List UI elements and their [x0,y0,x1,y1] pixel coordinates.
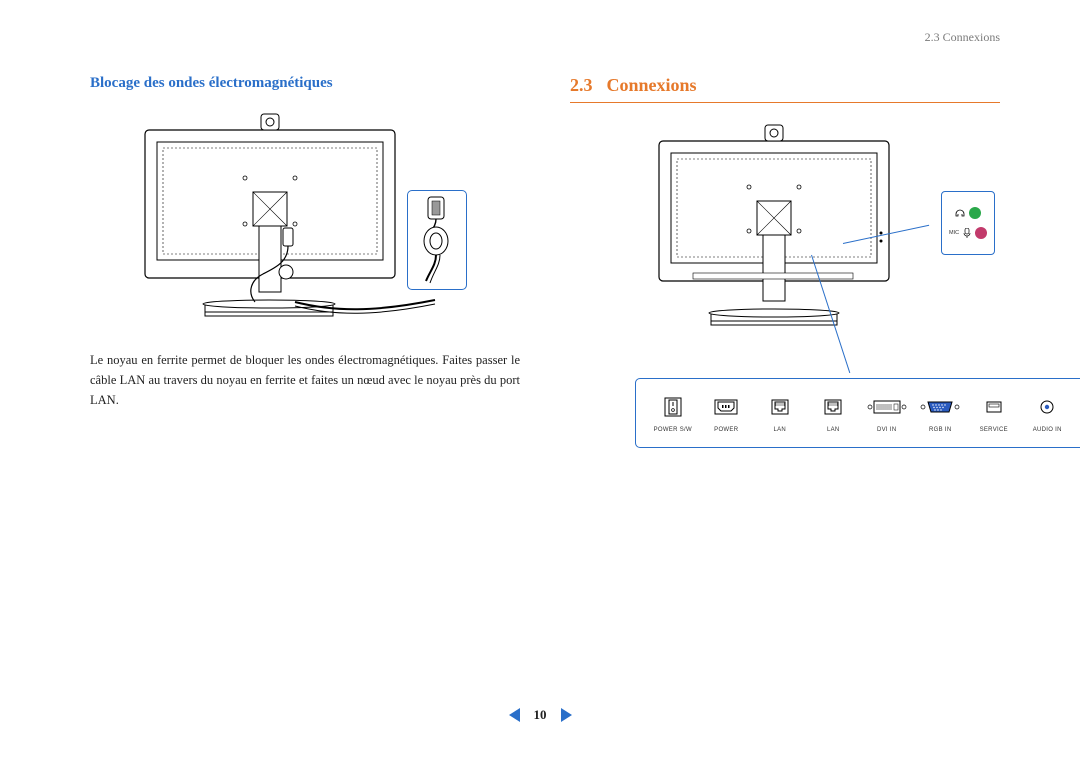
port-label: LAN [827,427,840,433]
jack-green-icon [969,207,981,219]
section-title-text: Connexions [607,75,697,95]
left-body-text: Le noyau en ferrite permet de bloquer le… [90,350,520,410]
mic-label: MIC [949,230,959,236]
jack-pink-icon [975,227,987,239]
port-label: DVI IN [877,427,896,433]
port-lan-2: LAN [807,397,861,433]
port-label: POWER S/W [654,427,692,433]
port-label: SERVICE [980,427,1008,433]
headphone-jack-row [955,207,981,219]
page-navigation: 10 [0,707,1080,723]
port-dvi: DVI IN [860,397,914,433]
mic-jack-callout: MIC [941,191,995,255]
monitor-illustration-right: MIC POWER S/W [645,123,925,343]
port-power: POWER [700,397,754,433]
rj45-icon [771,397,789,417]
port-audio-in: AUDIO IN [1021,397,1075,433]
port-power-switch: POWER S/W [646,397,700,433]
usb-icon [986,397,1002,417]
port-label: POWER [714,427,738,433]
vga-icon [920,397,960,417]
port-rgb: RGB IN [914,397,968,433]
port-label: RGB IN [929,427,951,433]
monitor-illustration-left [135,112,475,332]
rj45-icon [824,397,842,417]
figure-ferrite [90,112,520,332]
mic-jack-row: MIC [949,227,987,239]
port-label: LAN [773,427,786,433]
port-lan-1: LAN [753,397,807,433]
port-label: AUDIO IN [1033,427,1062,433]
port-service: SERVICE [967,397,1021,433]
page-number: 10 [534,707,547,723]
right-column: 2.3 Connexions [570,75,1000,410]
two-column-layout: Blocage des ondes électromagnétiques [90,75,1000,410]
running-head: 2.3 Connexions [90,30,1000,45]
left-subheading: Blocage des ondes électromagnétiques [90,75,520,92]
figure-connections: MIC POWER S/W [570,123,1000,343]
port-panel-callout: POWER S/W POWER LAN [635,378,1080,448]
power-inlet-icon [714,397,738,417]
prev-page-button[interactable] [509,708,520,722]
power-switch-icon [664,397,682,417]
next-page-button[interactable] [561,708,572,722]
left-column: Blocage des ondes électromagnétiques [90,75,520,410]
ferrite-callout [407,190,467,290]
section-heading: 2.3 Connexions [570,75,1000,103]
document-page: 2.3 Connexions Blocage des ondes électro… [0,0,1080,763]
section-number: 2.3 [570,75,593,95]
dvi-icon [867,397,907,417]
headphone-icon [955,208,965,218]
mic-icon [963,228,971,238]
audio-jack-icon [1040,397,1054,417]
